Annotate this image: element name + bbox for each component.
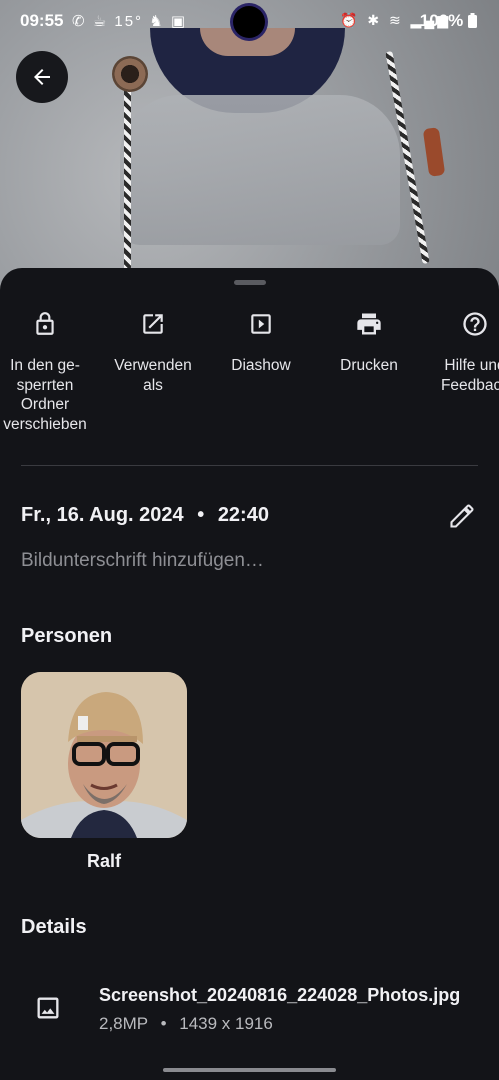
file-meta-separator: •: [160, 1014, 167, 1033]
person-name: Ralf: [86, 851, 121, 871]
date-text: Fr., 16. Aug. 2024: [21, 504, 184, 526]
photo-grommet: [112, 56, 148, 92]
file-meta: 2,8MP • 1439 x 1916: [99, 1014, 273, 1034]
gesture-nav-bar[interactable]: [163, 1068, 336, 1072]
action-label-print: Drucken: [340, 357, 398, 374]
move-to-locked-folder-button[interactable]: In den ge- sperrten Ordner verschieben: [0, 306, 100, 434]
status-bar: 09:55 ✆ ☕ 15° ♞ ▣ ⏰ ✱ ≋ ▂▄▆ 100%: [0, 0, 499, 44]
action-label-slideshow: Diashow: [231, 357, 291, 374]
lock-icon: [36, 312, 54, 335]
file-dimensions: 1439 x 1916: [179, 1014, 273, 1033]
date-time[interactable]: Fr., 16. Aug. 2024 • 22:40: [21, 504, 269, 527]
action-label-use-as: Verwenden als: [114, 357, 192, 394]
person-card-ralf[interactable]: [21, 672, 187, 838]
photo-cord-left: [124, 80, 131, 270]
edit-date-button[interactable]: [448, 502, 476, 535]
print-button[interactable]: Drucken: [314, 306, 424, 376]
arrow-back-icon: [34, 69, 50, 85]
file-megapixels: 2,8MP: [99, 1014, 148, 1033]
action-label-locked-folder: In den ge- sperrten Ordner verschieben: [3, 357, 87, 433]
slideshow-icon: [251, 314, 271, 334]
action-label-help: Hilfe und Feedback: [440, 357, 499, 394]
file-name: Screenshot_20240816_224028_Photos.jpg: [99, 985, 461, 1005]
use-as-button[interactable]: Verwenden als: [98, 306, 208, 395]
person-avatar: [21, 672, 187, 838]
time-text: 22:40: [217, 504, 269, 526]
open-external-icon: [143, 314, 163, 334]
divider: [21, 465, 478, 466]
info-sheet: In den ge- sperrten Ordner verschieben V…: [0, 268, 499, 1080]
notification-icons: ✆ ☕ 15° ♞ ▣: [72, 13, 187, 30]
pencil-icon: [450, 504, 474, 528]
photo-hood-fold: [120, 95, 400, 245]
battery-icon: [468, 13, 477, 28]
front-camera: [233, 6, 265, 38]
people-title: Personen: [21, 625, 113, 647]
caption-input[interactable]: Bildunterschrift hinzufügen…: [21, 550, 264, 572]
slideshow-button[interactable]: Diashow: [206, 306, 316, 376]
help-feedback-button[interactable]: Hilfe und Feedback: [420, 306, 499, 395]
image-icon: [37, 997, 59, 1019]
print-icon: [357, 313, 381, 335]
drag-handle[interactable]: [234, 280, 266, 285]
back-button[interactable]: [16, 51, 68, 103]
status-time: 09:55: [20, 11, 64, 30]
image-icon: [34, 994, 62, 1027]
battery-level: 100%: [420, 11, 477, 31]
date-separator: •: [197, 504, 205, 526]
details-title: Details: [21, 916, 87, 938]
action-row: In den ge- sperrten Ordner verschieben V…: [0, 306, 499, 436]
help-icon: [463, 312, 487, 336]
photo-cord-tip: [422, 127, 446, 177]
